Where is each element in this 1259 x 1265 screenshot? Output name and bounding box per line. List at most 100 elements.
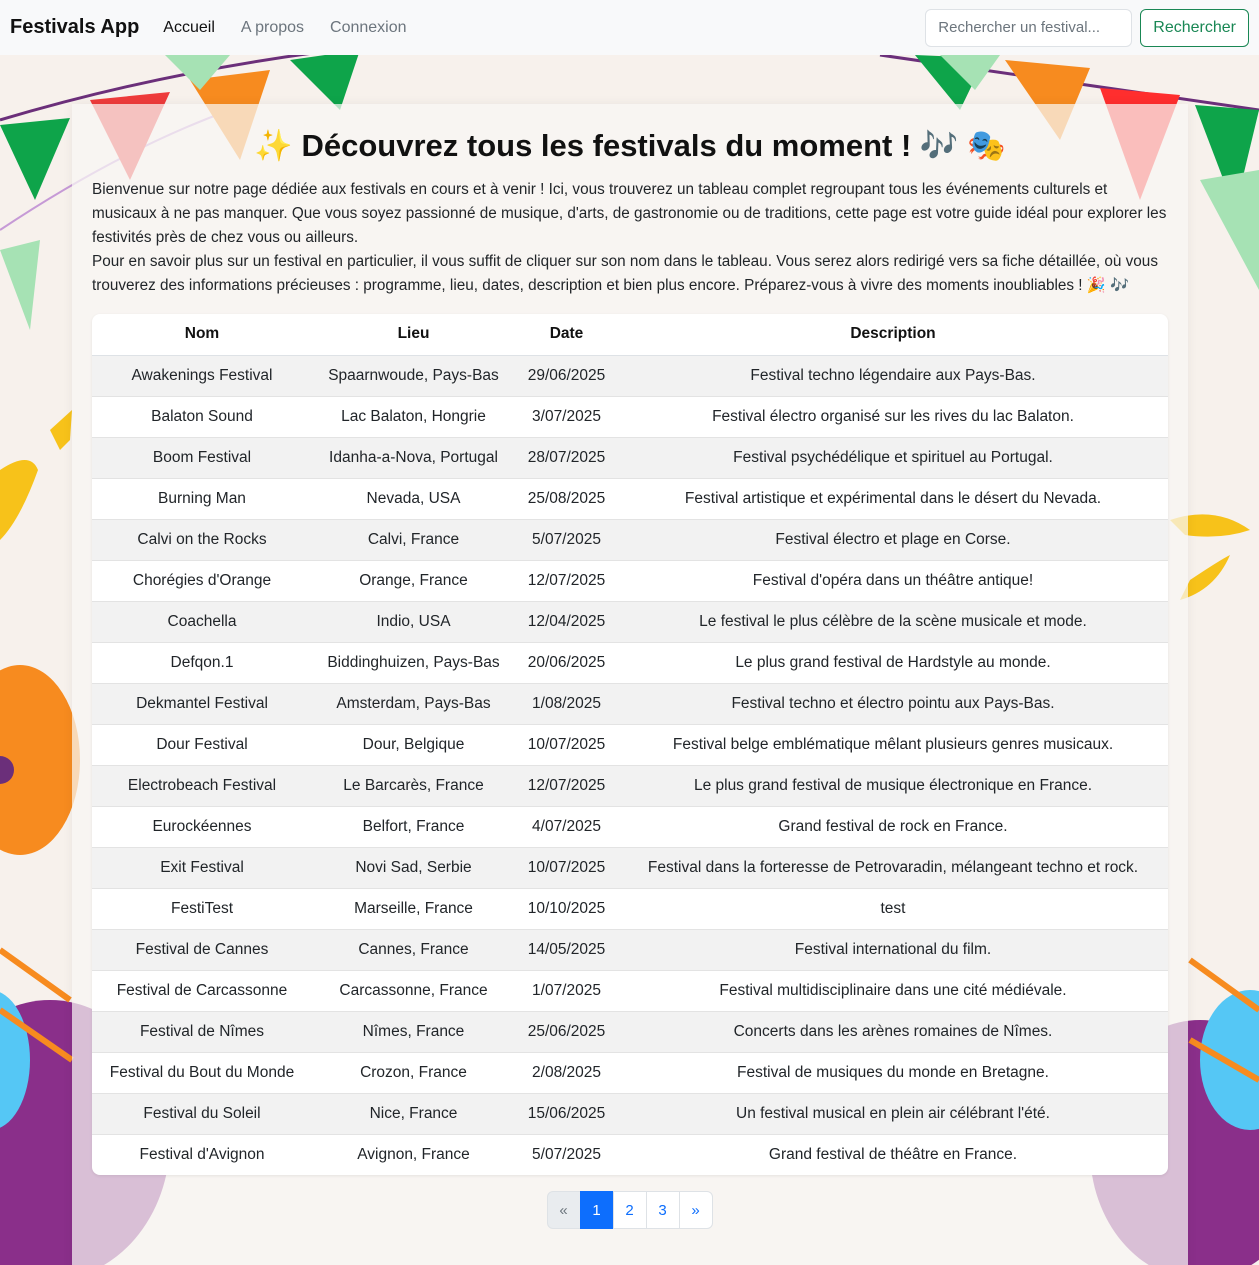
table-row: Eurockéennes Belfort, France 4/07/2025 Gran… xyxy=(92,806,1168,848)
table-row: Festival du Bout du Monde Crozon, France 2… xyxy=(92,1052,1168,1094)
cell-lieu: Cannes, France xyxy=(312,929,515,971)
cell-description: Festival artistique et expérimental dans… xyxy=(618,478,1168,520)
cell-nom[interactable]: Festival de Nîmes xyxy=(92,1011,312,1053)
cell-lieu: Indio, USA xyxy=(312,601,515,643)
cell-nom[interactable]: Dour Festival xyxy=(92,724,312,766)
pagination-prev[interactable]: « xyxy=(546,1191,581,1229)
cell-lieu: Nevada, USA xyxy=(312,478,515,520)
cell-nom[interactable]: Festival de Carcassonne xyxy=(92,970,312,1012)
festivals-table: Nom Lieu Date Description Awakenings Fes… xyxy=(92,314,1168,1175)
cell-nom[interactable]: Festival de Cannes xyxy=(92,929,312,971)
table-row: FestiTest Marseille, France 10/10/2025 test xyxy=(92,888,1168,930)
cell-date: 5/07/2025 xyxy=(515,519,618,561)
cell-date: 20/06/2025 xyxy=(515,642,618,684)
cell-nom[interactable]: Coachella xyxy=(92,601,312,643)
cell-lieu: Idanha-a-Nova, Portugal xyxy=(312,437,515,479)
pagination: « 1 2 3 » xyxy=(92,1191,1168,1229)
cell-nom[interactable]: Defqon.1 xyxy=(92,642,312,684)
table-row: Electrobeach Festival Le Barcarès, France… xyxy=(92,765,1168,807)
cell-date: 29/06/2025 xyxy=(515,355,618,397)
festivals-table-container: Nom Lieu Date Description Awakenings Fes… xyxy=(92,314,1168,1175)
cell-nom[interactable]: Festival d'Avignon xyxy=(92,1134,312,1175)
cell-date: 5/07/2025 xyxy=(532,1145,601,1163)
table-row: Awakenings Festival Spaarnwoude, Pays-Bas… xyxy=(92,355,1168,397)
nav-link-connexion[interactable]: Connexion xyxy=(330,19,407,37)
table-row: Festival du Soleil Nice, France 15/06/2025… xyxy=(92,1093,1168,1135)
cell-date: 15/06/2025 xyxy=(515,1093,618,1135)
table-row: Coachella Indio, USA 12/04/2025 Le festival… xyxy=(92,601,1168,643)
cell-date: 25/08/2025 xyxy=(515,478,618,520)
search-form: Rechercher xyxy=(925,8,1249,47)
cell-lieu: Belfort, France xyxy=(312,806,515,848)
cell-description: Festival électro organisé sur les rives … xyxy=(618,396,1168,438)
table-row: Festival de Cannes Cannes, France 14/05/20… xyxy=(92,929,1168,971)
cell-nom[interactable]: Electrobeach Festival xyxy=(92,765,312,807)
cell-description: Festival dans la forteresse de Petrovara… xyxy=(618,847,1168,889)
cell-date: 12/04/2025 xyxy=(515,601,618,643)
cell-date: 1/08/2025 xyxy=(515,683,618,725)
table-header-row: Nom Lieu Date Description xyxy=(92,314,1168,356)
table-row: Dekmantel Festival Amsterdam, Pays-Bas 1/0… xyxy=(92,683,1168,725)
cell-date: 2/08/2025 xyxy=(515,1052,618,1094)
brand-logo[interactable]: Festivals App xyxy=(10,16,139,39)
table-row: Dour Festival Dour, Belgique 10/07/2025 Fes… xyxy=(92,724,1168,766)
cell-date: 10/07/2025 xyxy=(515,847,618,889)
cell-description: Grand festival de théâtre en France. xyxy=(768,1145,1018,1163)
cell-nom[interactable]: Festival du Soleil xyxy=(92,1093,312,1135)
cell-description: Le festival le plus célèbre de la scène … xyxy=(618,601,1168,643)
page-title: ✨ Découvrez tous les festivals du moment… xyxy=(254,128,1006,163)
cell-date: 3/07/2025 xyxy=(515,396,618,438)
header-date: Date xyxy=(515,314,618,356)
cell-description: Festival international du film. xyxy=(618,929,1168,971)
pagination-page-3[interactable]: 3 xyxy=(645,1191,680,1229)
cell-nom[interactable]: Exit Festival xyxy=(92,847,312,889)
cell-description: Concerts dans les arènes romaines de Nîm… xyxy=(618,1011,1168,1053)
cell-description: test xyxy=(618,888,1168,930)
table-row: Defqon.1 Biddinghuizen, Pays-Bas 20/06/202… xyxy=(92,642,1168,684)
navbar: Festivals App Accueil A propos Connexion… xyxy=(0,0,1259,55)
cell-lieu: Amsterdam, Pays-Bas xyxy=(312,683,515,725)
table-row: Festival de Nîmes Nîmes, France 25/06/2025… xyxy=(92,1011,1168,1053)
intro-paragraph-2: Pour en savoir plus sur un festival en p… xyxy=(92,253,1158,294)
header-lieu: Lieu xyxy=(312,314,515,356)
cell-lieu: Carcassonne, France xyxy=(312,970,515,1012)
table-row: Festival d'Avignon Avignon, France 5/07/20… xyxy=(92,1134,1168,1175)
cell-description: Festival belge emblématique mêlant plusi… xyxy=(618,724,1168,766)
nav-link-accueil[interactable]: Accueil xyxy=(163,19,215,37)
header-description: Description xyxy=(618,314,1168,356)
cell-nom[interactable]: Dekmantel Festival xyxy=(92,683,312,725)
cell-nom[interactable]: Burning Man xyxy=(92,478,312,520)
table-row: Burning Man Nevada, USA 25/08/2025 Festival… xyxy=(92,478,1168,520)
cell-lieu: Dour, Belgique xyxy=(312,724,515,766)
cell-description: Festival techno et électro pointu aux Pa… xyxy=(618,683,1168,725)
cell-nom[interactable]: Eurockéennes xyxy=(92,806,312,848)
cell-lieu: Lac Balaton, Hongrie xyxy=(312,396,515,438)
cell-nom[interactable]: Boom Festival xyxy=(92,437,312,479)
cell-date: 25/06/2025 xyxy=(515,1011,618,1053)
cell-lieu: Spaarnwoude, Pays-Bas xyxy=(312,355,515,397)
cell-description: Festival d'opéra dans un théâtre antique… xyxy=(618,560,1168,602)
cell-nom[interactable]: Calvi on the Rocks xyxy=(92,519,312,561)
cell-date: 10/10/2025 xyxy=(515,888,618,930)
cell-lieu: Le Barcarès, France xyxy=(312,765,515,807)
pagination-page-1[interactable]: 1 xyxy=(579,1191,614,1229)
cell-description: Festival psychédélique et spirituel au P… xyxy=(618,437,1168,479)
search-input[interactable] xyxy=(925,8,1133,47)
pagination-next[interactable]: » xyxy=(678,1191,713,1229)
cell-date: 1/07/2025 xyxy=(515,970,618,1012)
cell-date: 12/07/2025 xyxy=(515,765,618,807)
pagination-page-2[interactable]: 2 xyxy=(612,1191,647,1229)
cell-nom[interactable]: Festival du Bout du Monde xyxy=(92,1052,312,1094)
cell-nom[interactable]: FestiTest xyxy=(92,888,312,930)
search-button[interactable]: Rechercher xyxy=(1140,8,1249,47)
cell-nom[interactable]: Chorégies d'Orange xyxy=(92,560,312,602)
cell-lieu: Novi Sad, Serbie xyxy=(312,847,515,889)
table-row: Calvi on the Rocks Calvi, France 5/07/2025… xyxy=(92,519,1168,561)
cell-lieu: Calvi, France xyxy=(312,519,515,561)
cell-nom[interactable]: Awakenings Festival xyxy=(92,355,312,397)
intro-text: Bienvenue sur notre page dédiée aux fest… xyxy=(92,178,1168,298)
cell-lieu: Orange, France xyxy=(312,560,515,602)
cell-lieu: Nice, France xyxy=(312,1093,515,1135)
nav-link-a-propos[interactable]: A propos xyxy=(241,19,304,37)
cell-nom[interactable]: Balaton Sound xyxy=(92,396,312,438)
